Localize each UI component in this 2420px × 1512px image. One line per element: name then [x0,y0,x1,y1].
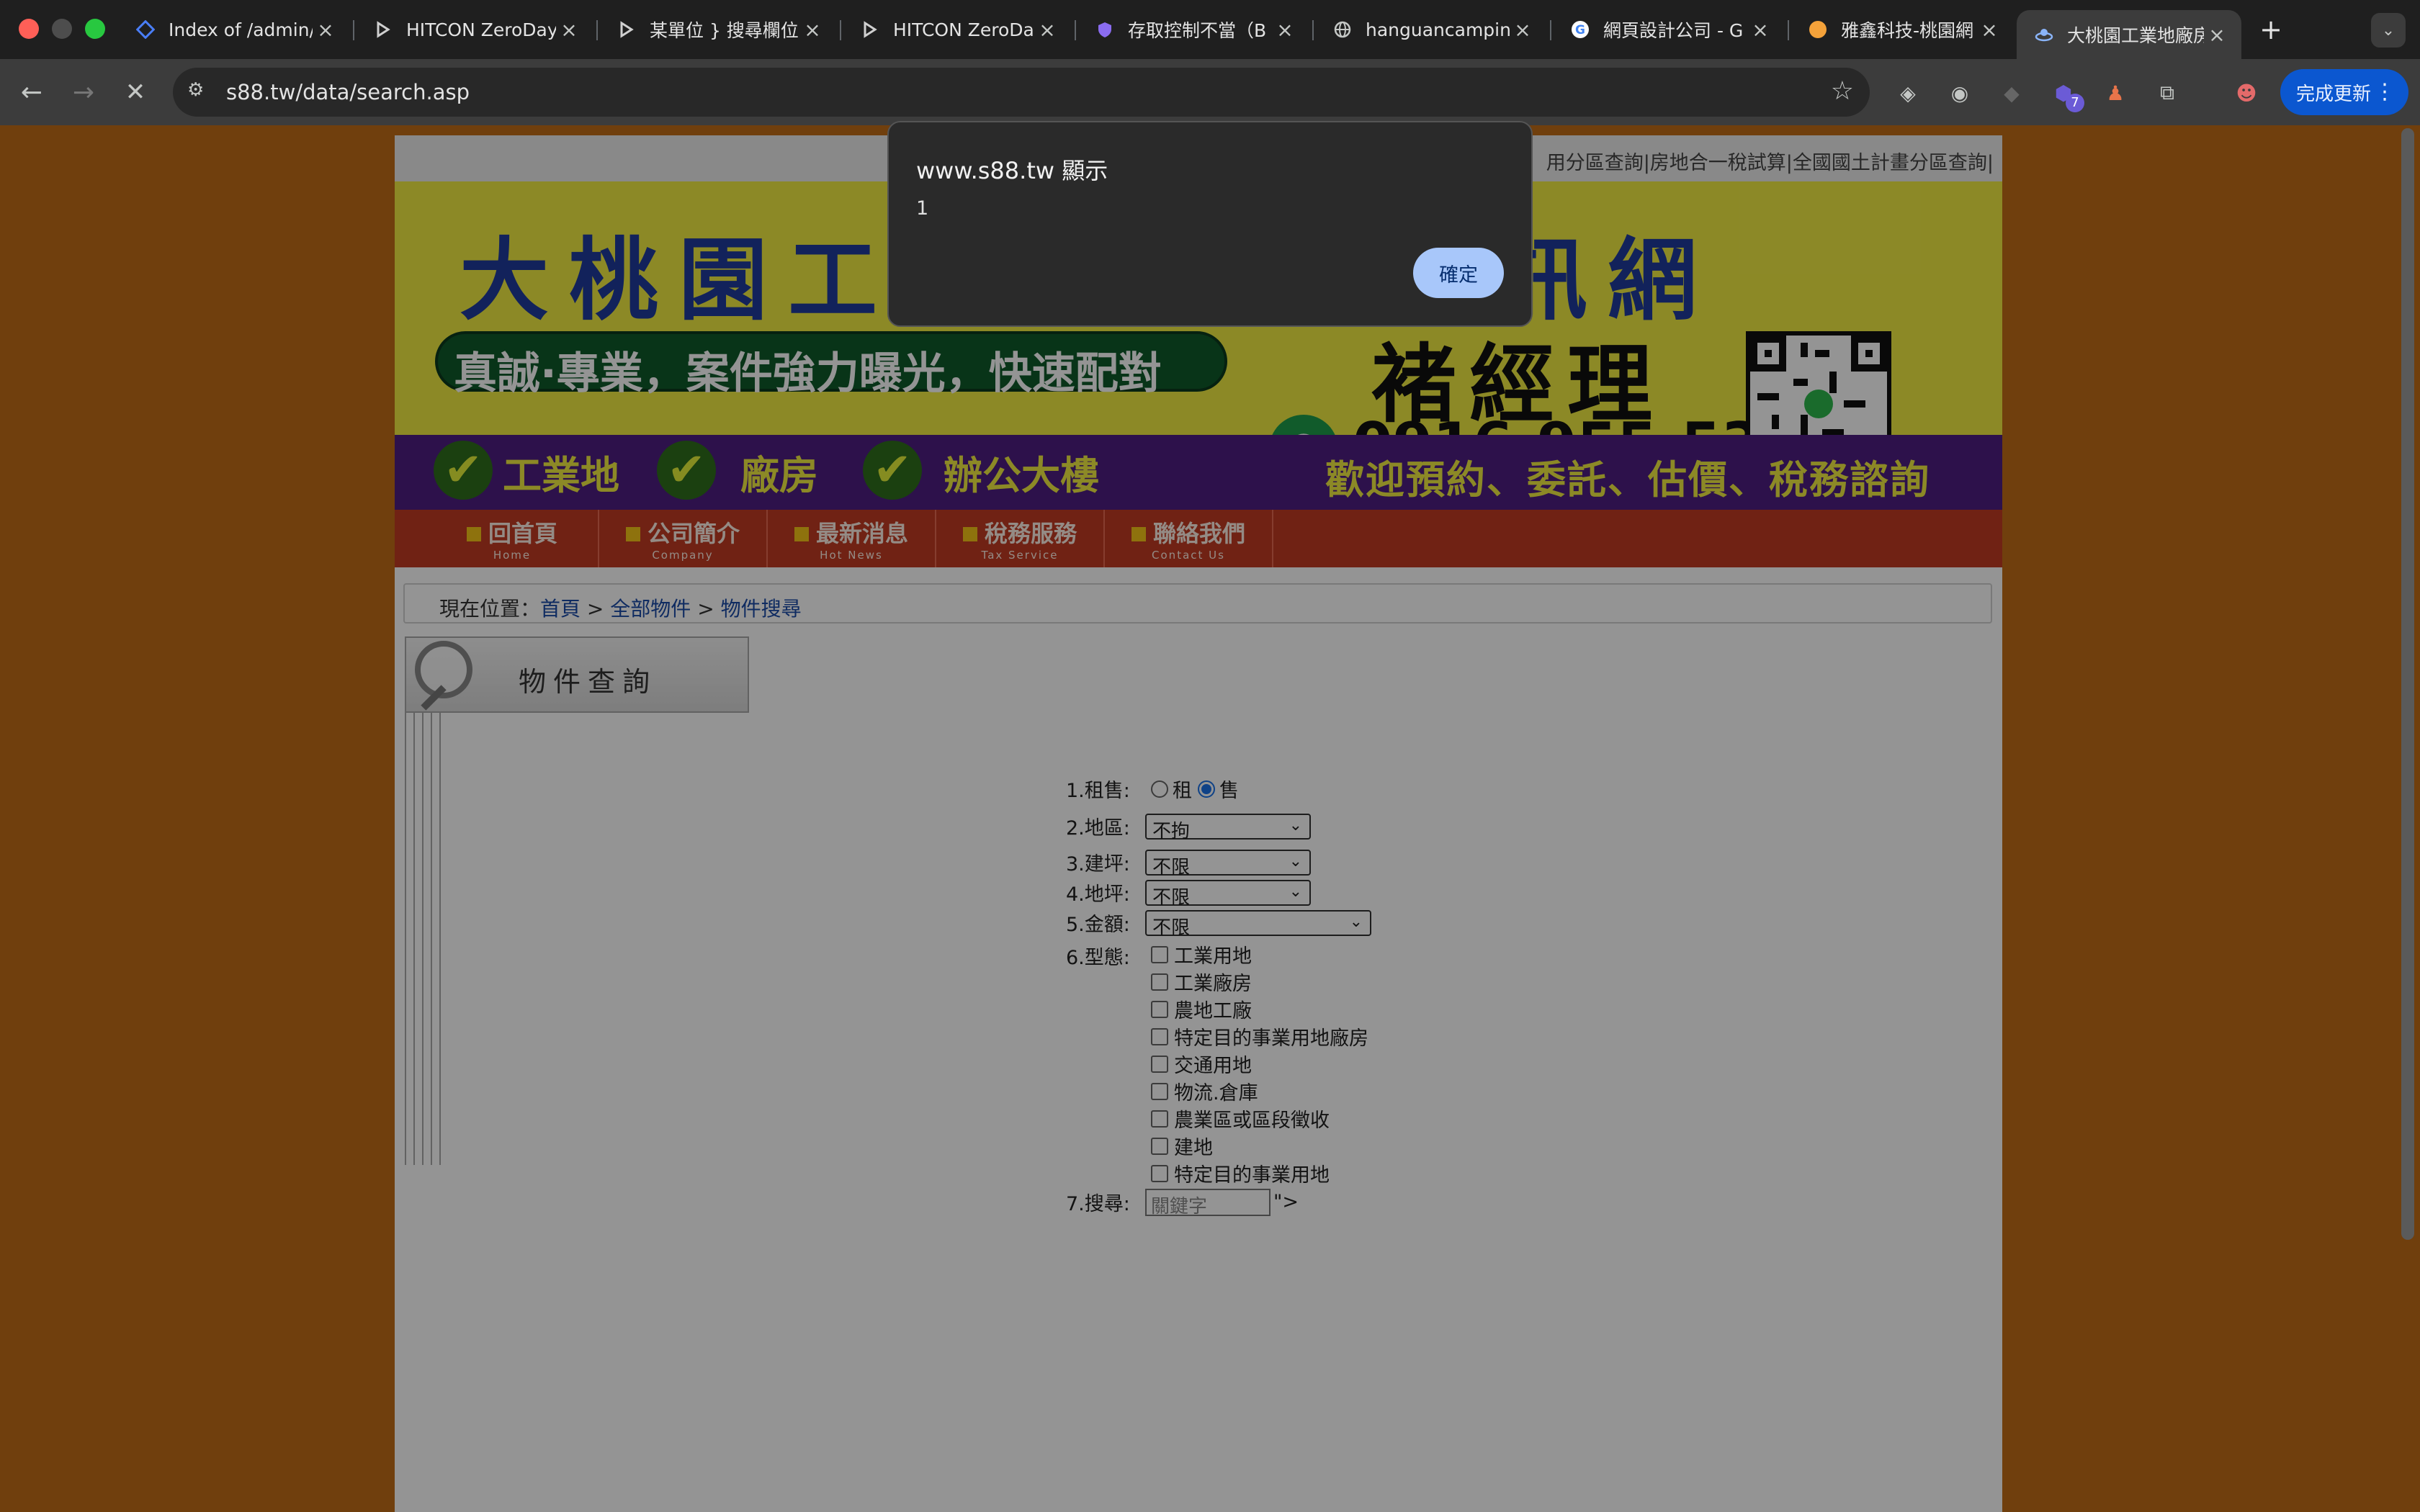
minimize-window-button[interactable] [52,19,72,39]
zeroday-icon [373,19,393,40]
zoom-window-button[interactable] [85,19,105,39]
ya-icon [1808,19,1828,40]
tab-separator [840,20,841,40]
close-tab-icon[interactable]: × [1272,17,1298,42]
tab-title: 網頁設計公司 - G [1603,20,1744,41]
browser-tab[interactable]: 存取控制不當（B × [1077,10,1309,49]
browser-tab[interactable]: hanguancamping × [1315,10,1547,49]
tab-separator [353,20,354,40]
close-tab-icon[interactable]: × [1747,17,1773,42]
web-viewport: 用分區查詢|房地合一稅試算|全國國土計畫分區查詢| 大桃園工 資訊網 真誠·專業… [0,125,2420,1512]
browser-tab[interactable]: HITCON ZeroDay × [843,10,1072,49]
browser-tab[interactable]: 某單位 } 搜尋欄位 × [599,10,837,49]
site-info-icon[interactable]: ⚙ [187,79,213,105]
close-tab-icon[interactable]: × [1976,17,2002,42]
alert-dialog: www.s88.tw 顯示 1 確定 [887,121,1533,327]
site-icon [2034,24,2054,45]
back-icon[interactable]: ← [14,75,49,109]
tab-search-icon[interactable]: ⌄ [2371,13,2406,48]
tab-title: hanguancamping [1366,19,1510,40]
update-label: 完成更新 [2296,83,2372,105]
zeroday-icon [860,19,880,40]
dialog-message: 1 [916,197,929,220]
extension-icon[interactable]: ◆ [1995,76,2028,109]
dialog-title: www.s88.tw 顯示 [916,157,1108,184]
tab-separator [1550,20,1551,40]
google-icon: G [1570,19,1590,40]
extension-icon[interactable]: ⬢ 7 [2047,76,2084,112]
tab-separator [1075,20,1076,40]
browser-tab[interactable]: HITCON ZeroDay × [356,10,593,49]
extension-icon[interactable]: ♟ [2099,76,2132,109]
bookmark-star-icon[interactable]: ☆ [1831,76,1854,106]
avatar[interactable]: ☻ [2230,76,2263,109]
tab-strip: Index of /admin/ × HITCON ZeroDay × 某單位 … [0,0,2420,59]
tab-title: 大桃園工業地廠房 [2067,25,2204,46]
globe-icon [1332,19,1353,40]
address-bar[interactable]: ⚙ s88.tw/data/search.asp ☆ [173,68,1870,117]
shield-icon [1095,19,1115,40]
tab-separator [1312,20,1314,40]
extension-icon[interactable]: ◉ [1943,76,1976,109]
forward-icon[interactable]: → [66,75,101,109]
update-button[interactable]: 完成更新 ⋮ [2280,69,2408,115]
tab-title: Index of /admin/ [169,19,313,40]
close-tab-icon[interactable]: × [313,17,339,42]
tab-title: HITCON ZeroDay [893,19,1034,40]
extension-badge: 7 [2066,94,2084,112]
modal-overlay [0,125,2420,1512]
ok-button[interactable]: 確定 [1413,248,1504,298]
url-text: s88.tw/data/search.asp [226,80,470,104]
close-tab-icon[interactable]: × [556,17,582,42]
tab-title: HITCON ZeroDay [406,19,556,40]
tab-separator [596,20,598,40]
page-scrollbar[interactable] [2401,128,2414,1240]
browser-tab[interactable]: 雅鑫科技-桃園網 × [1791,10,2014,49]
stop-loading-icon[interactable]: ✕ [118,75,153,109]
browser-tab-active[interactable]: 大桃園工業地廠房 × [2017,10,2241,59]
close-tab-icon[interactable]: × [799,17,825,42]
tab-title: 某單位 } 搜尋欄位 [650,20,799,41]
tab-title: 存取控制不當（B [1128,20,1267,41]
close-window-button[interactable] [19,19,39,39]
tab-separator [1788,20,1789,40]
close-tab-icon[interactable]: × [2204,22,2230,48]
browser-toolbar: ← → ✕ ⚙ s88.tw/data/search.asp ☆ ◈ ◉ ◆ ⬢… [0,59,2420,125]
new-tab-icon[interactable]: + [2254,13,2287,46]
zeroday-icon [617,19,637,40]
browser-tab[interactable]: Index of /admin/ × [118,10,350,49]
puzzle-icon[interactable]: ⧉ [2151,76,2184,109]
close-tab-icon[interactable]: × [1034,17,1060,42]
close-tab-icon[interactable]: × [1510,17,1536,42]
more-menu-icon[interactable]: ⋮ [2374,79,2396,104]
extension-icon[interactable]: ◈ [1891,76,1924,109]
svg-text:G: G [1575,23,1585,37]
diamond-icon [135,19,156,40]
browser-tab[interactable]: G 網頁設計公司 - G × [1553,10,1785,49]
tab-title: 雅鑫科技-桃園網 [1841,20,1974,41]
